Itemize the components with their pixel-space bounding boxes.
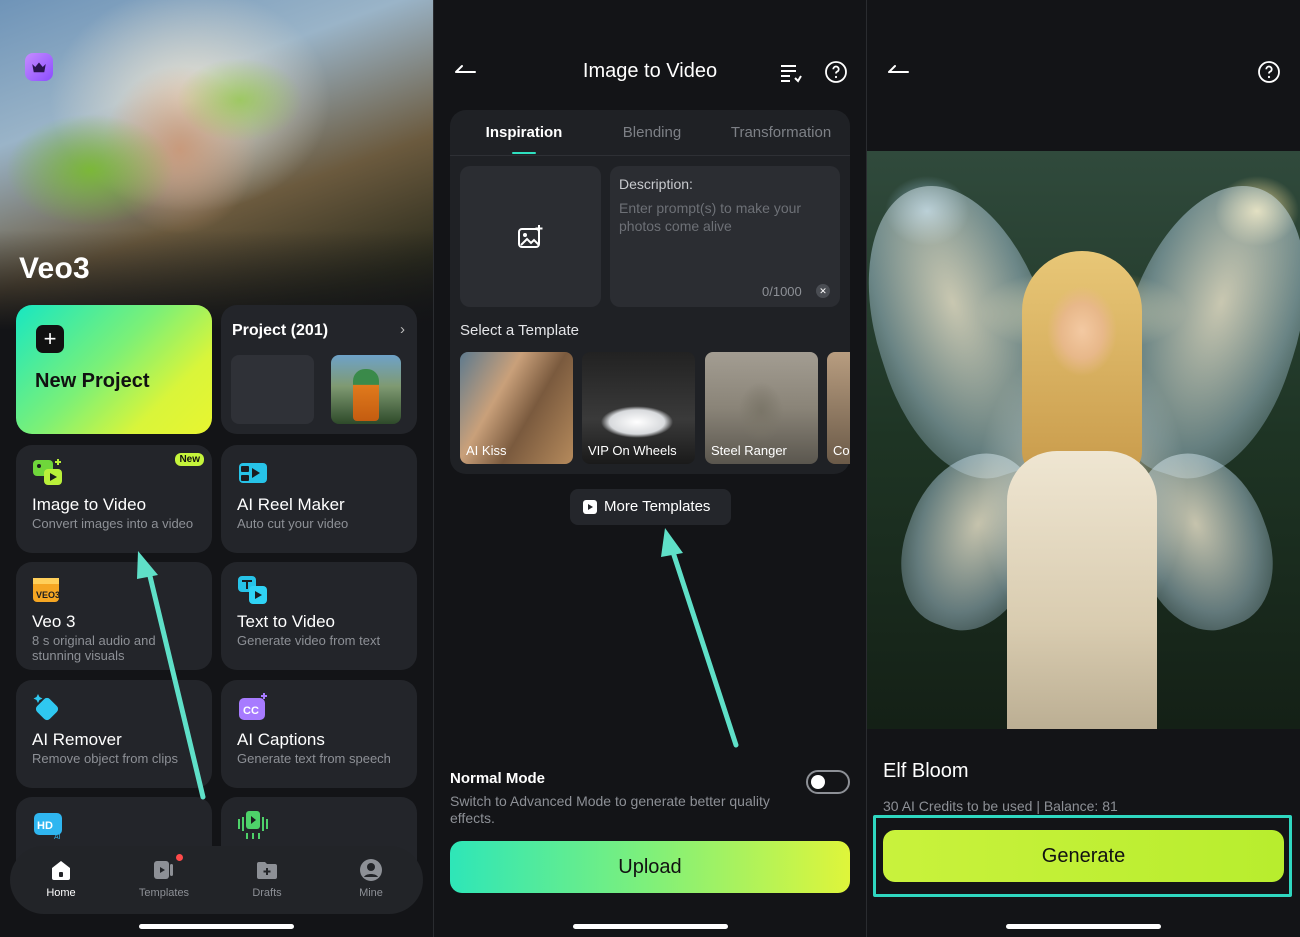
eraser-icon (33, 694, 59, 721)
user-icon (360, 859, 382, 881)
captions-icon: CC (239, 693, 267, 720)
back-arrow-icon[interactable] (887, 62, 909, 78)
tab-blending[interactable]: Blending (592, 124, 712, 141)
upload-button[interactable]: Upload (450, 841, 850, 893)
card-subtitle: Convert images into a video (32, 516, 194, 531)
card-title: Veo 3 (32, 612, 76, 631)
tab-home[interactable]: Home (21, 846, 101, 914)
template-item[interactable]: Steel Ranger (705, 352, 818, 464)
template-name: AI Kiss (466, 443, 507, 458)
card-subtitle: Remove object from clips (32, 751, 178, 766)
svg-text:VEO3: VEO3 (36, 590, 60, 600)
template-item[interactable]: Co (827, 352, 850, 464)
tab-label: Templates (138, 887, 190, 899)
mode-title: Normal Mode (450, 770, 546, 787)
tab-inspiration[interactable]: Inspiration (464, 124, 584, 141)
home-icon (52, 861, 70, 880)
template-name: Co (833, 443, 850, 458)
notification-dot (176, 854, 183, 861)
tab-label: Home (46, 887, 76, 899)
ai-remover-card[interactable]: AI Remover Remove object from clips (16, 680, 212, 788)
project-title: Project (201) (232, 322, 329, 339)
veo3-card[interactable]: VEO3 Veo 3 8 s original audio and stunni… (16, 562, 212, 670)
char-counter: 0/1000 (762, 284, 802, 299)
template-title: Elf Bloom (883, 760, 969, 782)
svg-text:CC: CC (243, 705, 259, 717)
image-video-icon (33, 459, 62, 485)
ai-captions-card[interactable]: CC AI Captions Generate text from speech (221, 680, 417, 788)
card-title: Image to Video (32, 495, 147, 514)
text-video-icon (238, 576, 267, 604)
home-indicator (139, 924, 294, 929)
hero-title: Veo3 (19, 252, 90, 285)
tab-mine[interactable]: Mine (331, 846, 411, 914)
template-carousel: AI Kiss VIP On Wheels Steel Ranger Co (460, 352, 850, 464)
svg-text:HD: HD (37, 820, 53, 832)
card-title: AI Remover (32, 730, 122, 749)
project-thumbnail[interactable] (231, 355, 314, 424)
plus-icon: + (36, 325, 64, 353)
new-project-button[interactable]: + New Project (16, 305, 212, 434)
more-templates-button[interactable]: More Templates (570, 489, 731, 525)
description-label: Description: (619, 176, 693, 192)
add-image-icon (518, 225, 543, 248)
bottom-tab-bar: Home Templates Drafts Mine (10, 846, 423, 914)
card-title: AI Reel Maker (237, 495, 345, 514)
audio-wave-icon (238, 811, 268, 839)
home-indicator (1006, 924, 1161, 929)
card-subtitle: 8 s original audio and stunning visuals (32, 633, 156, 663)
description-field[interactable]: Description: Enter prompt(s) to make you… (610, 166, 840, 307)
drafts-icon (257, 862, 277, 879)
template-preview-image (867, 151, 1300, 729)
template-item[interactable]: VIP On Wheels (582, 352, 695, 464)
reel-icon (239, 463, 267, 483)
mode-subtitle: Switch to Advanced Mode to generate bett… (450, 793, 770, 826)
project-thumbnail[interactable] (331, 355, 401, 424)
templates-icon (154, 861, 173, 879)
generate-button[interactable]: Generate (883, 830, 1284, 882)
template-preview-screen: Elf Bloom 30 AI Credits to be used | Bal… (867, 0, 1300, 937)
help-icon[interactable] (1257, 60, 1281, 84)
project-card[interactable]: Project (201) › (221, 305, 417, 434)
tab-templates[interactable]: Templates (124, 846, 204, 914)
hd-icon: HD AI (34, 813, 62, 841)
tab-drafts[interactable]: Drafts (227, 846, 307, 914)
image-to-video-screen: Image to Video Inspiration Blending Tran… (434, 0, 866, 937)
card-title: AI Captions (237, 730, 325, 749)
card-subtitle: Auto cut your video (237, 516, 349, 531)
template-item[interactable]: AI Kiss (460, 352, 573, 464)
clear-icon[interactable]: ✕ (816, 284, 830, 298)
image-to-video-card[interactable]: New Image to Video Convert images into a… (16, 445, 212, 553)
new-project-label: New Project (35, 370, 150, 392)
template-name: VIP On Wheels (588, 443, 677, 458)
home-indicator (573, 924, 728, 929)
home-screen: Veo3 + New Project Project (201) › New I… (0, 0, 433, 937)
new-badge: New (175, 453, 204, 466)
description-placeholder[interactable]: Enter prompt(s) to make your photos come… (619, 199, 834, 235)
generation-card: Inspiration Blending Transformation Desc… (450, 110, 850, 474)
crown-icon[interactable] (25, 53, 53, 81)
task-list-icon[interactable] (778, 60, 802, 84)
select-template-label: Select a Template (460, 322, 579, 339)
svg-text:AI: AI (54, 834, 61, 841)
help-icon[interactable] (824, 60, 848, 84)
image-upload-slot[interactable] (460, 166, 601, 307)
card-subtitle: Generate text from speech (237, 751, 391, 766)
tab-transformation[interactable]: Transformation (720, 124, 842, 141)
credits-info: 30 AI Credits to be used | Balance: 81 (883, 798, 1118, 814)
tab-label: Mine (359, 887, 383, 899)
active-tab-indicator (512, 152, 536, 154)
template-name: Steel Ranger (711, 443, 787, 458)
chevron-right-icon: › (400, 321, 405, 338)
veo3-icon: VEO3 (33, 578, 60, 602)
card-title: Text to Video (237, 612, 335, 631)
more-templates-label: More Templates (604, 498, 711, 515)
ai-reel-maker-card[interactable]: AI Reel Maker Auto cut your video (221, 445, 417, 553)
card-subtitle: Generate video from text (237, 633, 381, 648)
tab-label: Drafts (252, 887, 282, 899)
advanced-mode-toggle[interactable] (806, 770, 850, 794)
video-template-icon (583, 500, 597, 514)
text-to-video-card[interactable]: Text to Video Generate video from text (221, 562, 417, 670)
mode-tabs: Inspiration Blending Transformation (450, 110, 850, 156)
